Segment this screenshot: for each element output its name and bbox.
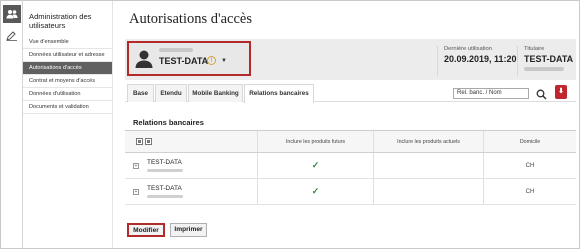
chevron-down-icon[interactable]: ▼: [221, 58, 227, 64]
search-icon[interactable]: [536, 87, 547, 105]
holder-value: TEST-DATA: [524, 54, 574, 64]
checkmark-icon: ✓: [311, 160, 320, 170]
last-use-label: Dernière utilisation: [444, 46, 493, 52]
tab-bar: Base Etendu Mobile Banking Relations ban…: [125, 83, 576, 105]
sidebar-item-overview[interactable]: Vue d'ensemble: [23, 36, 112, 49]
relation-name: TEST-DATA: [147, 159, 182, 166]
domicile-cell: CH: [483, 179, 576, 204]
print-button[interactable]: Imprimer: [170, 223, 207, 237]
table-header: Inclure les produits futurs Inclure les …: [125, 131, 576, 153]
user-id-redacted: [159, 48, 193, 52]
sidebar-item-usage-data[interactable]: Données d'utilisation: [23, 88, 112, 101]
sidebar-item-user-data[interactable]: Données utilisateur et adresse: [23, 49, 112, 62]
relations-table: Inclure les produits futurs Inclure les …: [125, 130, 576, 205]
relation-cell: TEST-DATA: [125, 179, 257, 204]
header-future-products: Inclure les produits futurs: [257, 131, 373, 152]
warning-icon[interactable]: !: [207, 56, 216, 65]
icon-bar: [1, 1, 23, 248]
holder-label: Titulaire: [524, 46, 545, 52]
relation-id-redacted: [147, 169, 183, 172]
domicile-cell: CH: [483, 153, 576, 178]
expand-collapse-icons[interactable]: [125, 131, 257, 152]
holder: Titulaire TEST-DATA: [517, 46, 573, 76]
main-content: Autorisations d'accès TEST-DATA ! ▼ Dern…: [113, 1, 579, 248]
user-name: TEST-DATA: [159, 56, 209, 66]
sidebar-item-contract[interactable]: Contrat et moyens d'accès: [23, 75, 112, 88]
modify-button[interactable]: Modifier: [127, 223, 165, 237]
relation-name: TEST-DATA: [147, 185, 182, 192]
header-current-products: Inclure les produits actuels: [373, 131, 483, 152]
current-products-cell[interactable]: [373, 153, 483, 178]
edit-icon[interactable]: [3, 27, 21, 45]
user-selector[interactable]: TEST-DATA ! ▼: [127, 41, 251, 76]
sidebar-title: Administration des utilisateurs: [29, 12, 92, 30]
table-row: + TEST-DATA ✓ CH: [125, 153, 576, 179]
user-info-bar: TEST-DATA ! ▼ Dernière utilisation 20.09…: [125, 39, 576, 80]
tab-relations-bancaires[interactable]: Relations bancaires: [244, 84, 314, 103]
tab-mobile-banking[interactable]: Mobile Banking: [188, 84, 243, 102]
relation-id-redacted: [147, 195, 183, 198]
sidebar: Administration des utilisateurs Vue d'en…: [23, 1, 113, 248]
users-icon[interactable]: [3, 5, 21, 23]
tab-base[interactable]: Base: [127, 84, 154, 102]
future-products-cell[interactable]: ✓: [257, 153, 373, 178]
search-input[interactable]: Rel. banc. / Nom: [453, 88, 529, 99]
page-title: Autorisations d'accès: [129, 11, 253, 27]
last-use: Dernière utilisation 20.09.2019, 11:20: [437, 46, 517, 76]
pdf-icon[interactable]: ⬇: [555, 85, 567, 99]
sidebar-item-access-rights[interactable]: Autorisations d'accès: [23, 62, 112, 75]
table-row: + TEST-DATA ✓ CH: [125, 179, 576, 205]
last-use-value: 20.09.2019, 11:20: [444, 54, 517, 64]
checkmark-icon: ✓: [311, 186, 320, 196]
person-icon: [135, 49, 153, 74]
header-domicile: Domicile: [483, 131, 576, 152]
holder-id-redacted: [524, 67, 564, 71]
future-products-cell[interactable]: ✓: [257, 179, 373, 204]
sidebar-item-documents[interactable]: Documents et validation: [23, 101, 112, 114]
tab-etendu[interactable]: Etendu: [155, 84, 187, 102]
current-products-cell[interactable]: [373, 179, 483, 204]
relation-cell: TEST-DATA: [125, 153, 257, 178]
section-title: Relations bancaires: [133, 118, 204, 127]
